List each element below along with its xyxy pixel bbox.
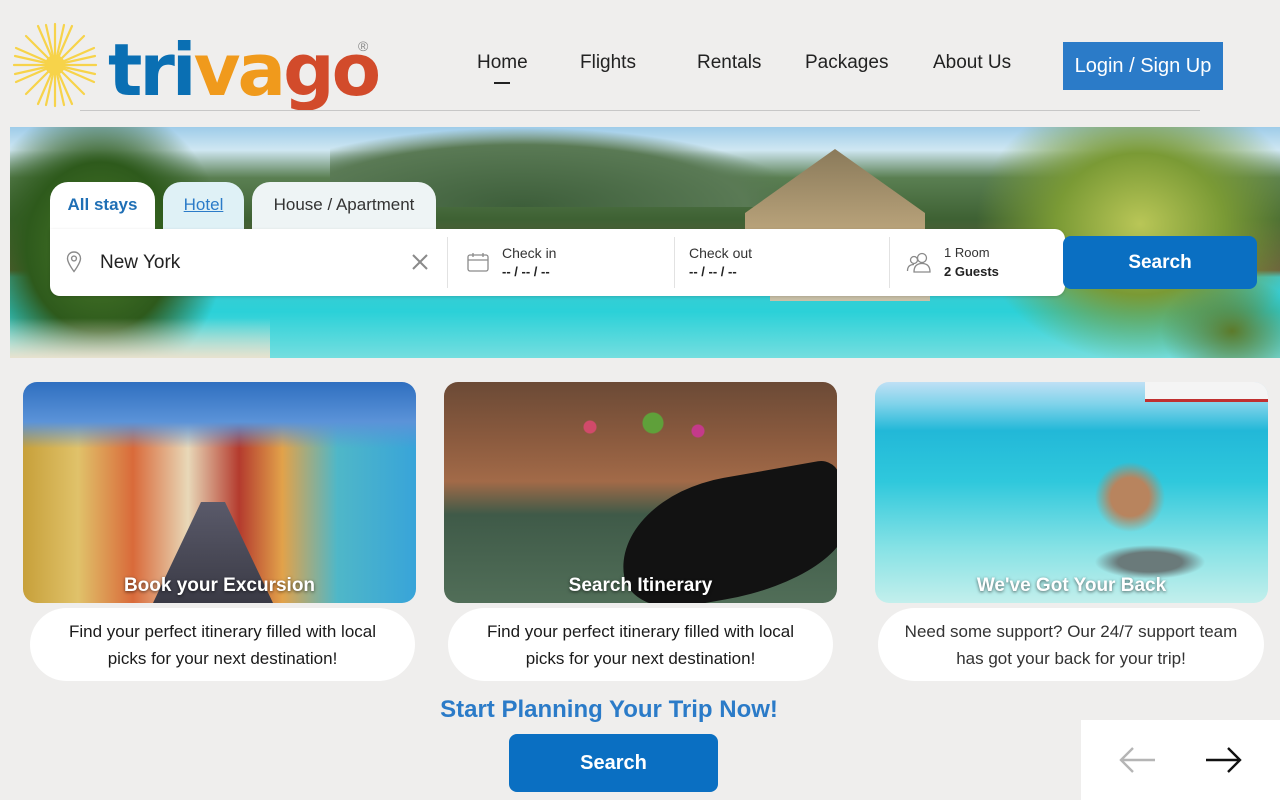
card-image-itinerary[interactable]: Search Itinerary	[444, 382, 837, 603]
carousel-controls	[1081, 720, 1280, 800]
nav-item-about-us[interactable]: About Us	[933, 52, 1011, 74]
arrow-right-icon[interactable]	[1203, 742, 1243, 778]
search-button[interactable]: Search	[1063, 236, 1257, 289]
check-out-field[interactable]: Check out -- / -- / --	[675, 229, 889, 296]
login-signup-button[interactable]: Login / Sign Up	[1063, 42, 1223, 90]
tab-hotel[interactable]: Hotel	[163, 182, 244, 234]
nav-item-flights[interactable]: Flights	[580, 52, 636, 74]
nav-item-home[interactable]: Home	[477, 52, 528, 84]
calendar-icon	[467, 253, 489, 272]
clear-icon[interactable]	[410, 252, 430, 272]
arrow-left-icon[interactable]	[1118, 742, 1158, 778]
guests-icon	[906, 252, 931, 273]
check-out-label: Check out	[689, 245, 753, 261]
hero-sand	[10, 318, 270, 358]
cta-heading: Start Planning Your Trip Now!	[440, 696, 778, 723]
rooms-label: 1 Room	[944, 245, 990, 260]
guests-label: 2 Guests	[944, 264, 999, 279]
card-title: Book your Excursion	[123, 575, 316, 596]
nav-item-rentals[interactable]: Rentals	[697, 52, 761, 74]
map-pin-icon	[66, 251, 82, 273]
tab-all-stays[interactable]: All stays	[50, 182, 155, 234]
nav-item-packages[interactable]: Packages	[805, 52, 888, 74]
card-image-support[interactable]: We've Got Your Back	[875, 382, 1268, 603]
check-in-label: Check in	[502, 245, 557, 261]
rooms-guests-field[interactable]: 1 Room 2 Guests	[890, 229, 1065, 296]
card-image-excursion[interactable]: Book your Excursion	[23, 382, 416, 603]
check-in-value: -- / -- / --	[502, 264, 550, 279]
search-bar: Check in -- / -- / -- Check out -- / -- …	[50, 229, 1065, 296]
tab-house-apartment[interactable]: House / Apartment	[252, 182, 436, 234]
card-image-flowers	[554, 407, 734, 447]
check-out-value: -- / -- / --	[689, 264, 737, 279]
card-image-plane	[1145, 382, 1268, 402]
hero-palm-right-lower	[1160, 277, 1280, 358]
card-title: Search Itinerary	[568, 575, 713, 596]
cta-search-button[interactable]: Search	[509, 734, 718, 792]
header-divider	[80, 110, 1200, 111]
card-title: We've Got Your Back	[976, 575, 1167, 596]
card-description: Find your perfect itinerary filled with …	[30, 608, 415, 681]
check-in-field[interactable]: Check in -- / -- / --	[448, 229, 674, 296]
destination-input[interactable]	[100, 249, 400, 277]
card-description: Need some support? Our 24/7 support team…	[878, 608, 1264, 681]
card-description: Find your perfect itinerary filled with …	[448, 608, 833, 681]
card-image-swimmer	[1085, 452, 1175, 542]
